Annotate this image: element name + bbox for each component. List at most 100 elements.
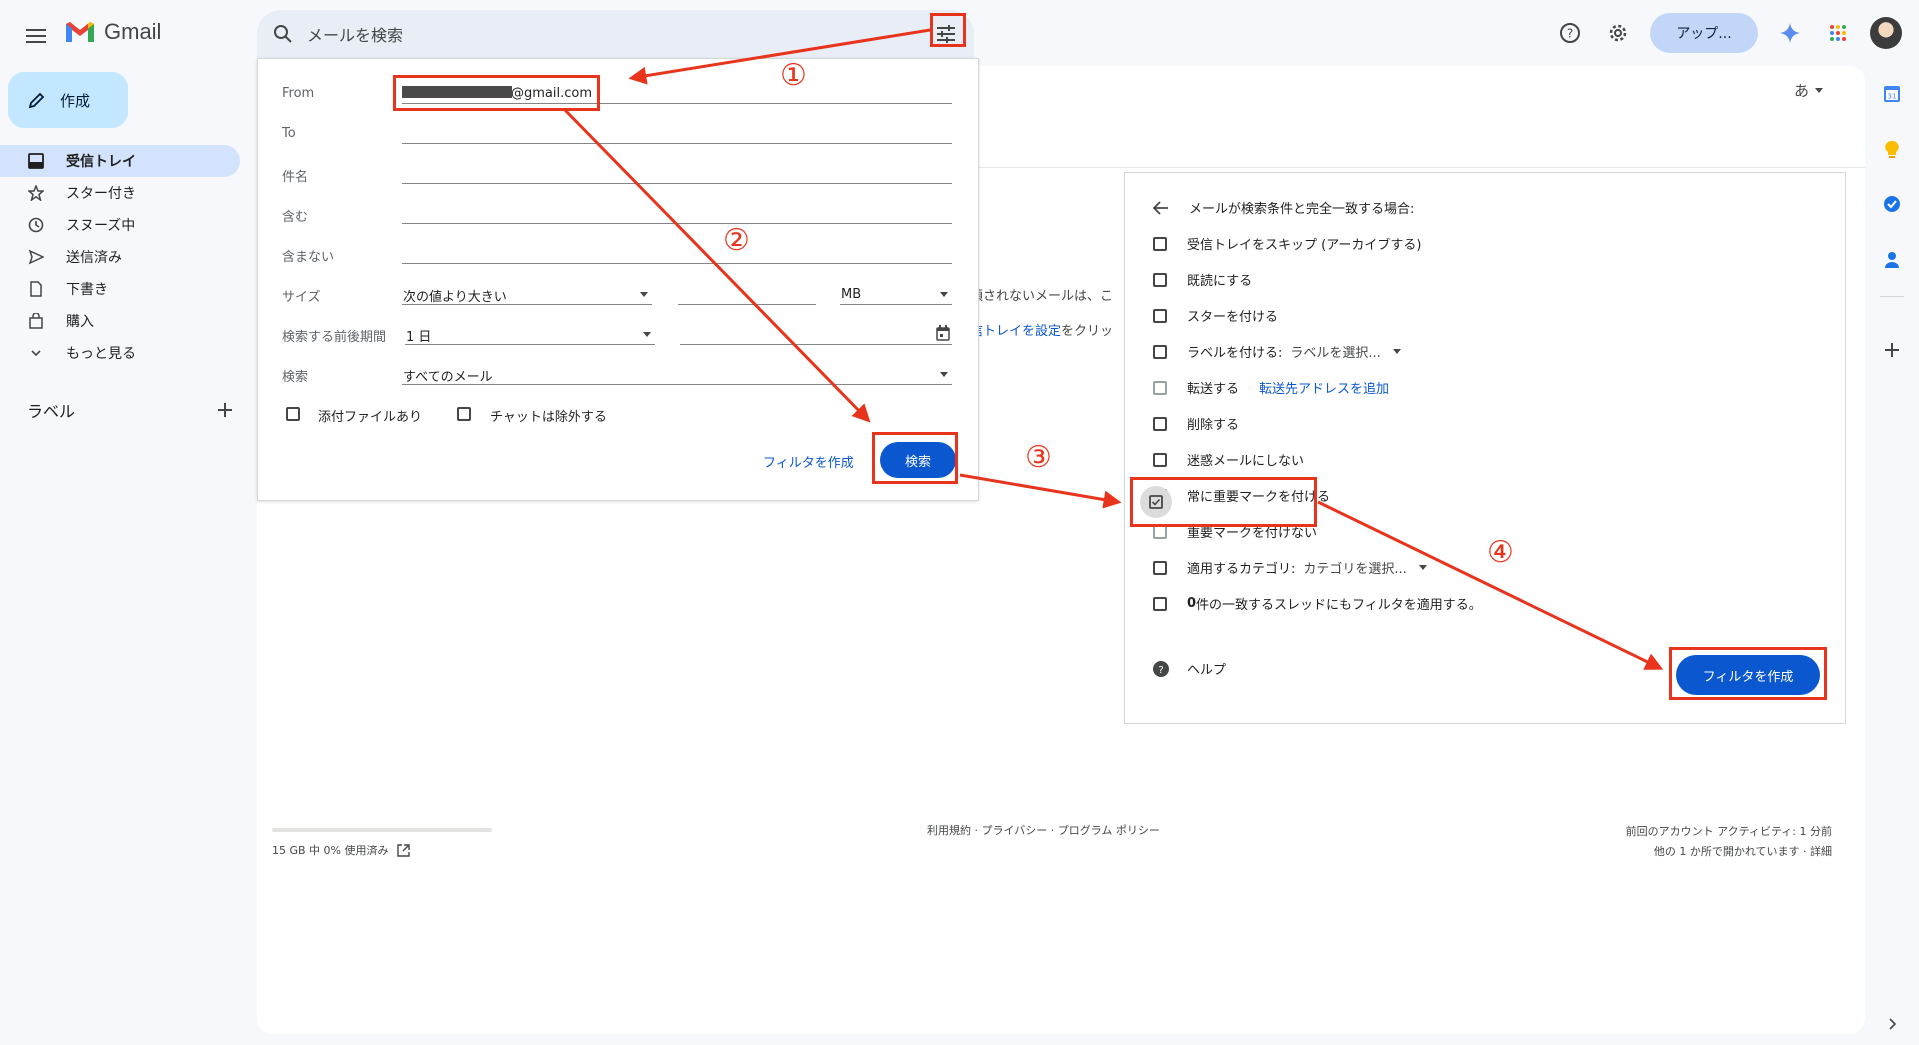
mark-read-checkbox[interactable] (1153, 272, 1167, 287)
option-also-apply[interactable]: 0 件の一致するスレッドにもフィルタを適用する。 (1153, 594, 1482, 613)
gmail-logo[interactable]: Gmail (64, 19, 161, 45)
categorize-checkbox[interactable] (1153, 560, 1167, 575)
send-icon (28, 249, 44, 265)
footer-links[interactable]: 利用規約 · プライバシー · プログラム ポリシー (927, 822, 1160, 838)
search-bar[interactable]: メールを検索 (257, 10, 974, 58)
option-delete[interactable]: 削除する (1153, 414, 1239, 433)
star-checkbox[interactable] (1153, 308, 1167, 323)
activity-line2[interactable]: 他の 1 か所で開かれています · 詳細 (1540, 842, 1832, 862)
option-never-spam[interactable]: 迷惑メールにしない (1153, 450, 1304, 469)
activity-line1: 前回のアカウント アクティビティ: 1 分前 (1625, 825, 1832, 838)
clock-icon (28, 217, 44, 233)
compose-button[interactable]: 作成 (8, 72, 128, 128)
support-button[interactable]: ? (1552, 15, 1588, 51)
show-side-panel-button[interactable] (1878, 1010, 1906, 1038)
account-avatar[interactable] (1870, 17, 1902, 49)
category-select[interactable]: カテゴリを選択... (1303, 558, 1427, 577)
option-apply-label[interactable]: ラベルを付ける: ラベルを選択... (1153, 342, 1401, 361)
chevron-down-icon (31, 350, 41, 357)
option-forward[interactable]: 転送する 転送先アドレスを追加 (1153, 378, 1389, 397)
caret-down-icon (1815, 88, 1824, 93)
add-forwarding-address-link[interactable]: 転送先アドレスを追加 (1259, 378, 1389, 397)
pencil-icon (28, 92, 45, 109)
annotation-step-2: ② (723, 223, 750, 258)
star-icon (28, 185, 44, 201)
exclude-chats-checkbox[interactable] (457, 407, 471, 421)
contacts-app-button[interactable] (1878, 246, 1906, 274)
option-mark-read[interactable]: 既読にする (1153, 270, 1252, 289)
main-menu-button[interactable] (18, 18, 54, 54)
keep-app-button[interactable] (1878, 136, 1906, 164)
sidebar-item-inbox[interactable]: 受信トレイ (0, 145, 240, 177)
sidebar-item-label: 受信トレイ (66, 154, 136, 170)
filter-panel-heading: メールが検索条件と完全一致する場合: (1189, 202, 1415, 217)
size-operator-select[interactable]: 次の値より大きい (403, 286, 507, 305)
dropdown-arrow-icon (640, 292, 648, 297)
draft-icon (30, 281, 42, 297)
calendar-app-button[interactable]: 31 (1878, 80, 1906, 108)
background-text: 頃されないメールは、こ (970, 289, 1114, 304)
also-apply-checkbox[interactable] (1153, 596, 1167, 611)
search-in-select[interactable]: すべてのメール (403, 366, 493, 385)
subject-field[interactable] (402, 183, 952, 184)
never-spam-checkbox[interactable] (1153, 452, 1167, 467)
date-within-underline (405, 344, 655, 345)
back-arrow-icon[interactable] (1153, 200, 1169, 215)
tasks-app-button[interactable] (1878, 190, 1906, 218)
rail-divider (1880, 296, 1904, 297)
option-categorize[interactable]: 適用するカテゴリ: カテゴリを選択... (1153, 558, 1427, 577)
has-words-field[interactable] (402, 223, 952, 224)
label-select[interactable]: ラベルを選択... (1290, 342, 1401, 361)
calendar-icon[interactable] (936, 325, 950, 341)
inbox-settings-link[interactable]: 信トレイを設定 (970, 324, 1061, 339)
plus-icon[interactable] (218, 403, 232, 417)
option-label: ラベルを付ける: (1187, 346, 1283, 361)
has-attachment-checkbox[interactable] (286, 407, 300, 421)
search-input[interactable]: メールを検索 (307, 22, 403, 46)
upgrade-button[interactable]: アップ... (1650, 13, 1758, 53)
size-value-field[interactable] (678, 304, 816, 305)
lightbulb-icon (1885, 140, 1899, 158)
date-within-label: 検索する前後期間 (282, 330, 387, 345)
date-within-select[interactable]: 1 日 (406, 326, 431, 345)
option-skip-inbox[interactable]: 受信トレイをスキップ (アーカイブする) (1153, 234, 1422, 253)
exclude-chats-label: チャットは除外する (490, 410, 607, 425)
date-field[interactable] (680, 344, 952, 345)
option-star[interactable]: スターを付ける (1153, 306, 1278, 325)
labels-section-header: ラベル (27, 398, 232, 422)
input-tools-button[interactable]: あ (1794, 80, 1824, 101)
settings-button[interactable] (1600, 15, 1636, 51)
get-addons-button[interactable] (1878, 336, 1906, 364)
doesnt-have-field[interactable] (402, 263, 952, 264)
external-link-icon[interactable] (396, 843, 410, 857)
sidebar-item-starred[interactable]: スター付き (0, 177, 240, 209)
help-link[interactable]: ? ヘルプ (1153, 659, 1226, 678)
create-filter-link[interactable]: フィルタを作成 (763, 452, 854, 471)
sidebar-item-snoozed[interactable]: スヌーズ中 (0, 209, 240, 241)
chevron-right-icon (1889, 1018, 1897, 1030)
sidebar-item-drafts[interactable]: 下書き (0, 273, 240, 305)
apply-label-checkbox[interactable] (1153, 344, 1167, 359)
gemini-button[interactable] (1772, 15, 1808, 51)
matching-thread-count: 0 (1187, 596, 1197, 611)
subject-label: 件名 (282, 170, 309, 185)
apps-button[interactable] (1820, 15, 1856, 51)
help-circle-filled-icon: ? (1153, 660, 1169, 677)
from-label: From (282, 86, 315, 101)
to-field[interactable] (402, 143, 952, 144)
background-text: 信トレイを設定をクリッ (970, 320, 1113, 339)
search-icon[interactable] (273, 24, 293, 44)
size-unit-select[interactable]: MB (841, 287, 861, 302)
skip-inbox-checkbox[interactable] (1153, 236, 1167, 251)
sidebar-item-purchases[interactable]: 購入 (0, 305, 240, 337)
option-label: 既読にする (1187, 274, 1253, 289)
option-label: 迷惑メールにしない (1187, 454, 1305, 469)
size-label: サイズ (282, 290, 321, 305)
sidebar-item-more[interactable]: もっと見る (0, 337, 240, 369)
forward-checkbox[interactable] (1153, 380, 1167, 395)
delete-checkbox[interactable] (1153, 416, 1167, 431)
sidebar-item-sent[interactable]: 送信済み (0, 241, 240, 273)
sidebar-item-label: 下書き (66, 282, 108, 298)
svg-text:?: ? (1158, 665, 1163, 676)
filter-panel-header: メールが検索条件と完全一致する場合: (1153, 198, 1414, 217)
